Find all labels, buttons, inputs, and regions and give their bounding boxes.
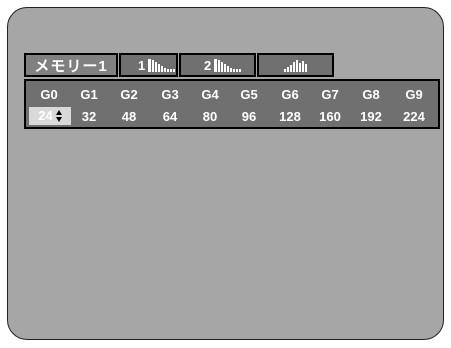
tab-memory-1-label: メモリー1 <box>34 57 108 75</box>
header-g2: G2 <box>120 86 138 102</box>
tone-curve-1-icon <box>148 58 176 72</box>
value-g3[interactable]: 64 <box>154 109 186 124</box>
tone-curve-2-icon <box>214 58 242 72</box>
header-g4: G4 <box>201 86 219 102</box>
header-g8: G8 <box>362 86 380 102</box>
gamma-header-row: G0 G1 G2 G3 G4 G5 G6 G7 G8 G9 <box>26 85 438 103</box>
tab-tone-curve-1[interactable]: 1 <box>119 53 178 77</box>
up-down-arrows-icon[interactable] <box>55 109 62 123</box>
memory-tabs: メモリー1 1 2 <box>24 53 335 77</box>
value-g6[interactable]: 128 <box>274 109 306 124</box>
value-g9[interactable]: 224 <box>398 109 430 124</box>
header-g7: G7 <box>321 86 339 102</box>
gamma-value-row: 24 32 48 64 80 96 128 160 192 224 <box>26 107 438 125</box>
value-g4[interactable]: 80 <box>194 109 226 124</box>
value-g1[interactable]: 32 <box>73 109 105 124</box>
tab-memory-1[interactable]: メモリー1 <box>24 53 118 77</box>
tab-2-label: 2 <box>204 57 212 73</box>
value-g0-stepper[interactable]: 24 <box>29 107 71 125</box>
tab-1-label: 1 <box>138 57 146 73</box>
tab-histogram[interactable] <box>257 53 334 77</box>
histogram-icon <box>283 58 308 72</box>
tab-tone-curve-2[interactable]: 2 <box>179 53 256 77</box>
header-g9: G9 <box>405 86 423 102</box>
header-g1: G1 <box>80 86 98 102</box>
header-g5: G5 <box>240 86 258 102</box>
gamma-panel: G0 G1 G2 G3 G4 G5 G6 G7 G8 G9 24 32 48 6… <box>24 79 440 129</box>
value-g7[interactable]: 160 <box>314 109 346 124</box>
value-g8[interactable]: 192 <box>355 109 387 124</box>
value-g0: 24 <box>38 108 53 123</box>
header-g6: G6 <box>281 86 299 102</box>
value-g5[interactable]: 96 <box>233 109 265 124</box>
header-g3: G3 <box>161 86 179 102</box>
value-g2[interactable]: 48 <box>113 109 145 124</box>
header-g0: G0 <box>40 86 58 102</box>
